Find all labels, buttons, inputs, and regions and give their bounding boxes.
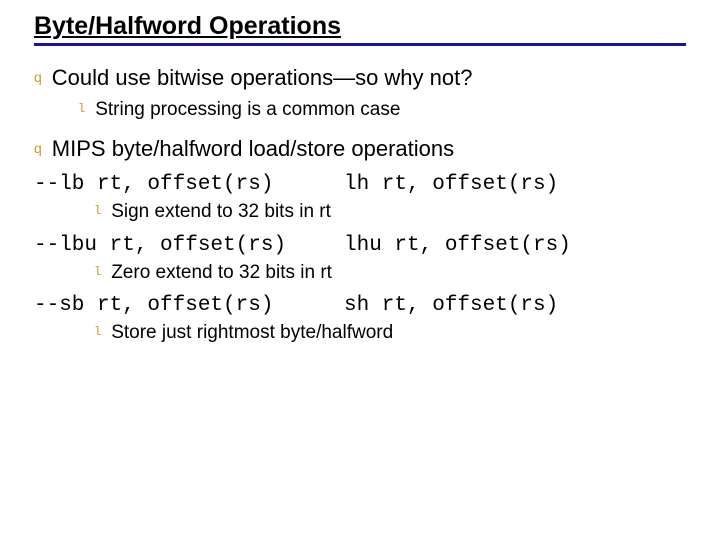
bullet-2-text: MIPS byte/halfword load/store operations [52, 135, 454, 163]
code-lbu: --lbu rt, offset(rs) [34, 234, 344, 257]
code-line-3-sub: l Store just rightmost byte/halfword [94, 321, 686, 345]
l-bullet-icon: l [78, 102, 85, 116]
bullet-1: q Could use bitwise operations—so why no… [34, 64, 686, 92]
q-bullet-icon: q [34, 70, 42, 84]
code-lh: lh rt, offset(rs) [344, 173, 686, 196]
code-sh: sh rt, offset(rs) [344, 294, 686, 317]
l-bullet-icon: l [94, 265, 101, 279]
bullet-2: q MIPS byte/halfword load/store operatio… [34, 135, 686, 163]
code-line-2: --lbu rt, offset(rs) lhu rt, offset(rs) [34, 234, 686, 257]
code-lb: --lb rt, offset(rs) [34, 173, 344, 196]
code-sb: --sb rt, offset(rs) [34, 294, 344, 317]
code-line-2-sub: l Zero extend to 32 bits in rt [94, 261, 686, 285]
bullet-1-sub: l String processing is a common case [78, 98, 686, 122]
code-line-2-sub-text: Zero extend to 32 bits in rt [111, 261, 332, 285]
code-line-1: --lb rt, offset(rs) lh rt, offset(rs) [34, 173, 686, 196]
l-bullet-icon: l [94, 325, 101, 339]
q-bullet-icon: q [34, 141, 42, 155]
code-line-1-sub: l Sign extend to 32 bits in rt [94, 200, 686, 224]
bullet-1-sub-text: String processing is a common case [95, 98, 400, 122]
slide: Byte/Halfword Operations q Could use bit… [0, 0, 720, 345]
code-line-1-sub-text: Sign extend to 32 bits in rt [111, 200, 331, 224]
bullet-1-text: Could use bitwise operations—so why not? [52, 64, 473, 92]
code-line-3-sub-text: Store just rightmost byte/halfword [111, 321, 393, 345]
l-bullet-icon: l [94, 204, 101, 218]
slide-title: Byte/Halfword Operations [34, 12, 686, 46]
code-lhu: lhu rt, offset(rs) [344, 234, 686, 257]
code-line-3: --sb rt, offset(rs) sh rt, offset(rs) [34, 294, 686, 317]
